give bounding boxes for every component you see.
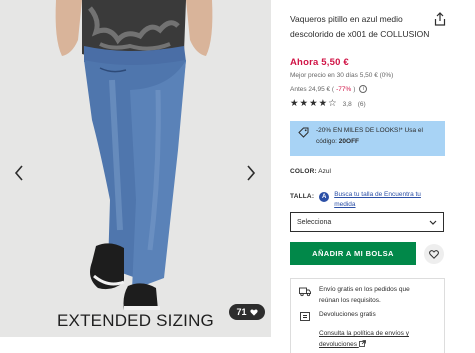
chevron-left-icon [14,165,23,181]
free-returns-row: Devoluciones gratis [299,310,376,322]
color-row: COLOR: Azul [290,168,331,175]
previous-price: Antes 24,95 € (-77%) i [290,85,368,93]
external-link-icon [358,340,366,348]
star-filled-icon: ★ [290,98,299,109]
previous-price-label: Antes 24,95 € ( [290,85,335,93]
discount-percent: -77% [336,85,352,93]
color-value: Azul [318,168,331,175]
chevron-down-icon [429,220,437,225]
chevron-right-icon [247,165,256,181]
heart-icon [249,308,258,316]
fit-assistant-icon: A [319,192,330,202]
fit-assistant-link[interactable]: Busca tu talla de Encuentra tu medida [334,190,440,210]
promo-banner: -20% EN MILES DE LOOKS!* Usa el código: … [290,121,445,156]
size-row: TALLA: A Busca tu talla de Encuentra tu … [290,190,440,210]
rating-score: 3,8 [342,100,352,108]
star-empty-icon: ☆ [328,98,337,109]
save-count: 71 [236,307,247,317]
tag-icon [298,127,309,138]
star-filled-icon: ★ [309,98,318,109]
shipping-policy-link[interactable]: Consulta la política de envíos y devoluc… [319,329,439,350]
free-returns-text: Devoluciones gratis [319,311,376,318]
color-label: COLOR: [290,168,317,175]
product-photo [0,0,271,337]
product-title: Vaqueros pitillo en azul medio descolori… [290,14,430,39]
size-select[interactable]: Selecciona [290,212,444,232]
size-select-value: Selecciona [297,218,332,226]
product-gallery: EXTENDED SIZING 71 [0,0,271,337]
rating-summary[interactable]: ★ ★ ★ ★ ☆ 3,8 (6) [290,99,366,109]
size-label: TALLA: [290,193,315,200]
heart-icon [429,249,439,259]
add-to-bag-button[interactable]: AÑADIR A MI BOLSA [290,242,416,265]
info-icon[interactable]: i [359,85,368,93]
previous-price-close: ) [353,85,356,93]
free-delivery-row: Envío gratis en los pedidos que reúnan l… [299,285,431,306]
share-icon[interactable] [434,12,446,26]
rating-count: (6) [357,100,366,108]
star-filled-icon: ★ [299,98,309,109]
promo-text: -20% EN MILES DE LOOKS!* Usa el código: [316,127,423,145]
free-delivery-text: Envío gratis en los pedidos que reúnan l… [319,286,410,304]
best-price-30-days: Mejor precio en 30 días 5,50 € (0%) [290,72,394,79]
gallery-prev-button[interactable] [8,160,30,186]
star-filled-icon: ★ [318,98,328,109]
gallery-next-button[interactable] [240,160,262,186]
current-price: Ahora 5,50 € [290,57,349,68]
save-count-badge[interactable]: 71 [229,304,265,320]
returns-icon [300,312,310,321]
promo-code: 20OFF [338,137,360,145]
shipping-info: Envío gratis en los pedidos que reúnan l… [290,278,445,353]
truck-icon [299,287,311,297]
save-for-later-button[interactable] [424,244,444,264]
